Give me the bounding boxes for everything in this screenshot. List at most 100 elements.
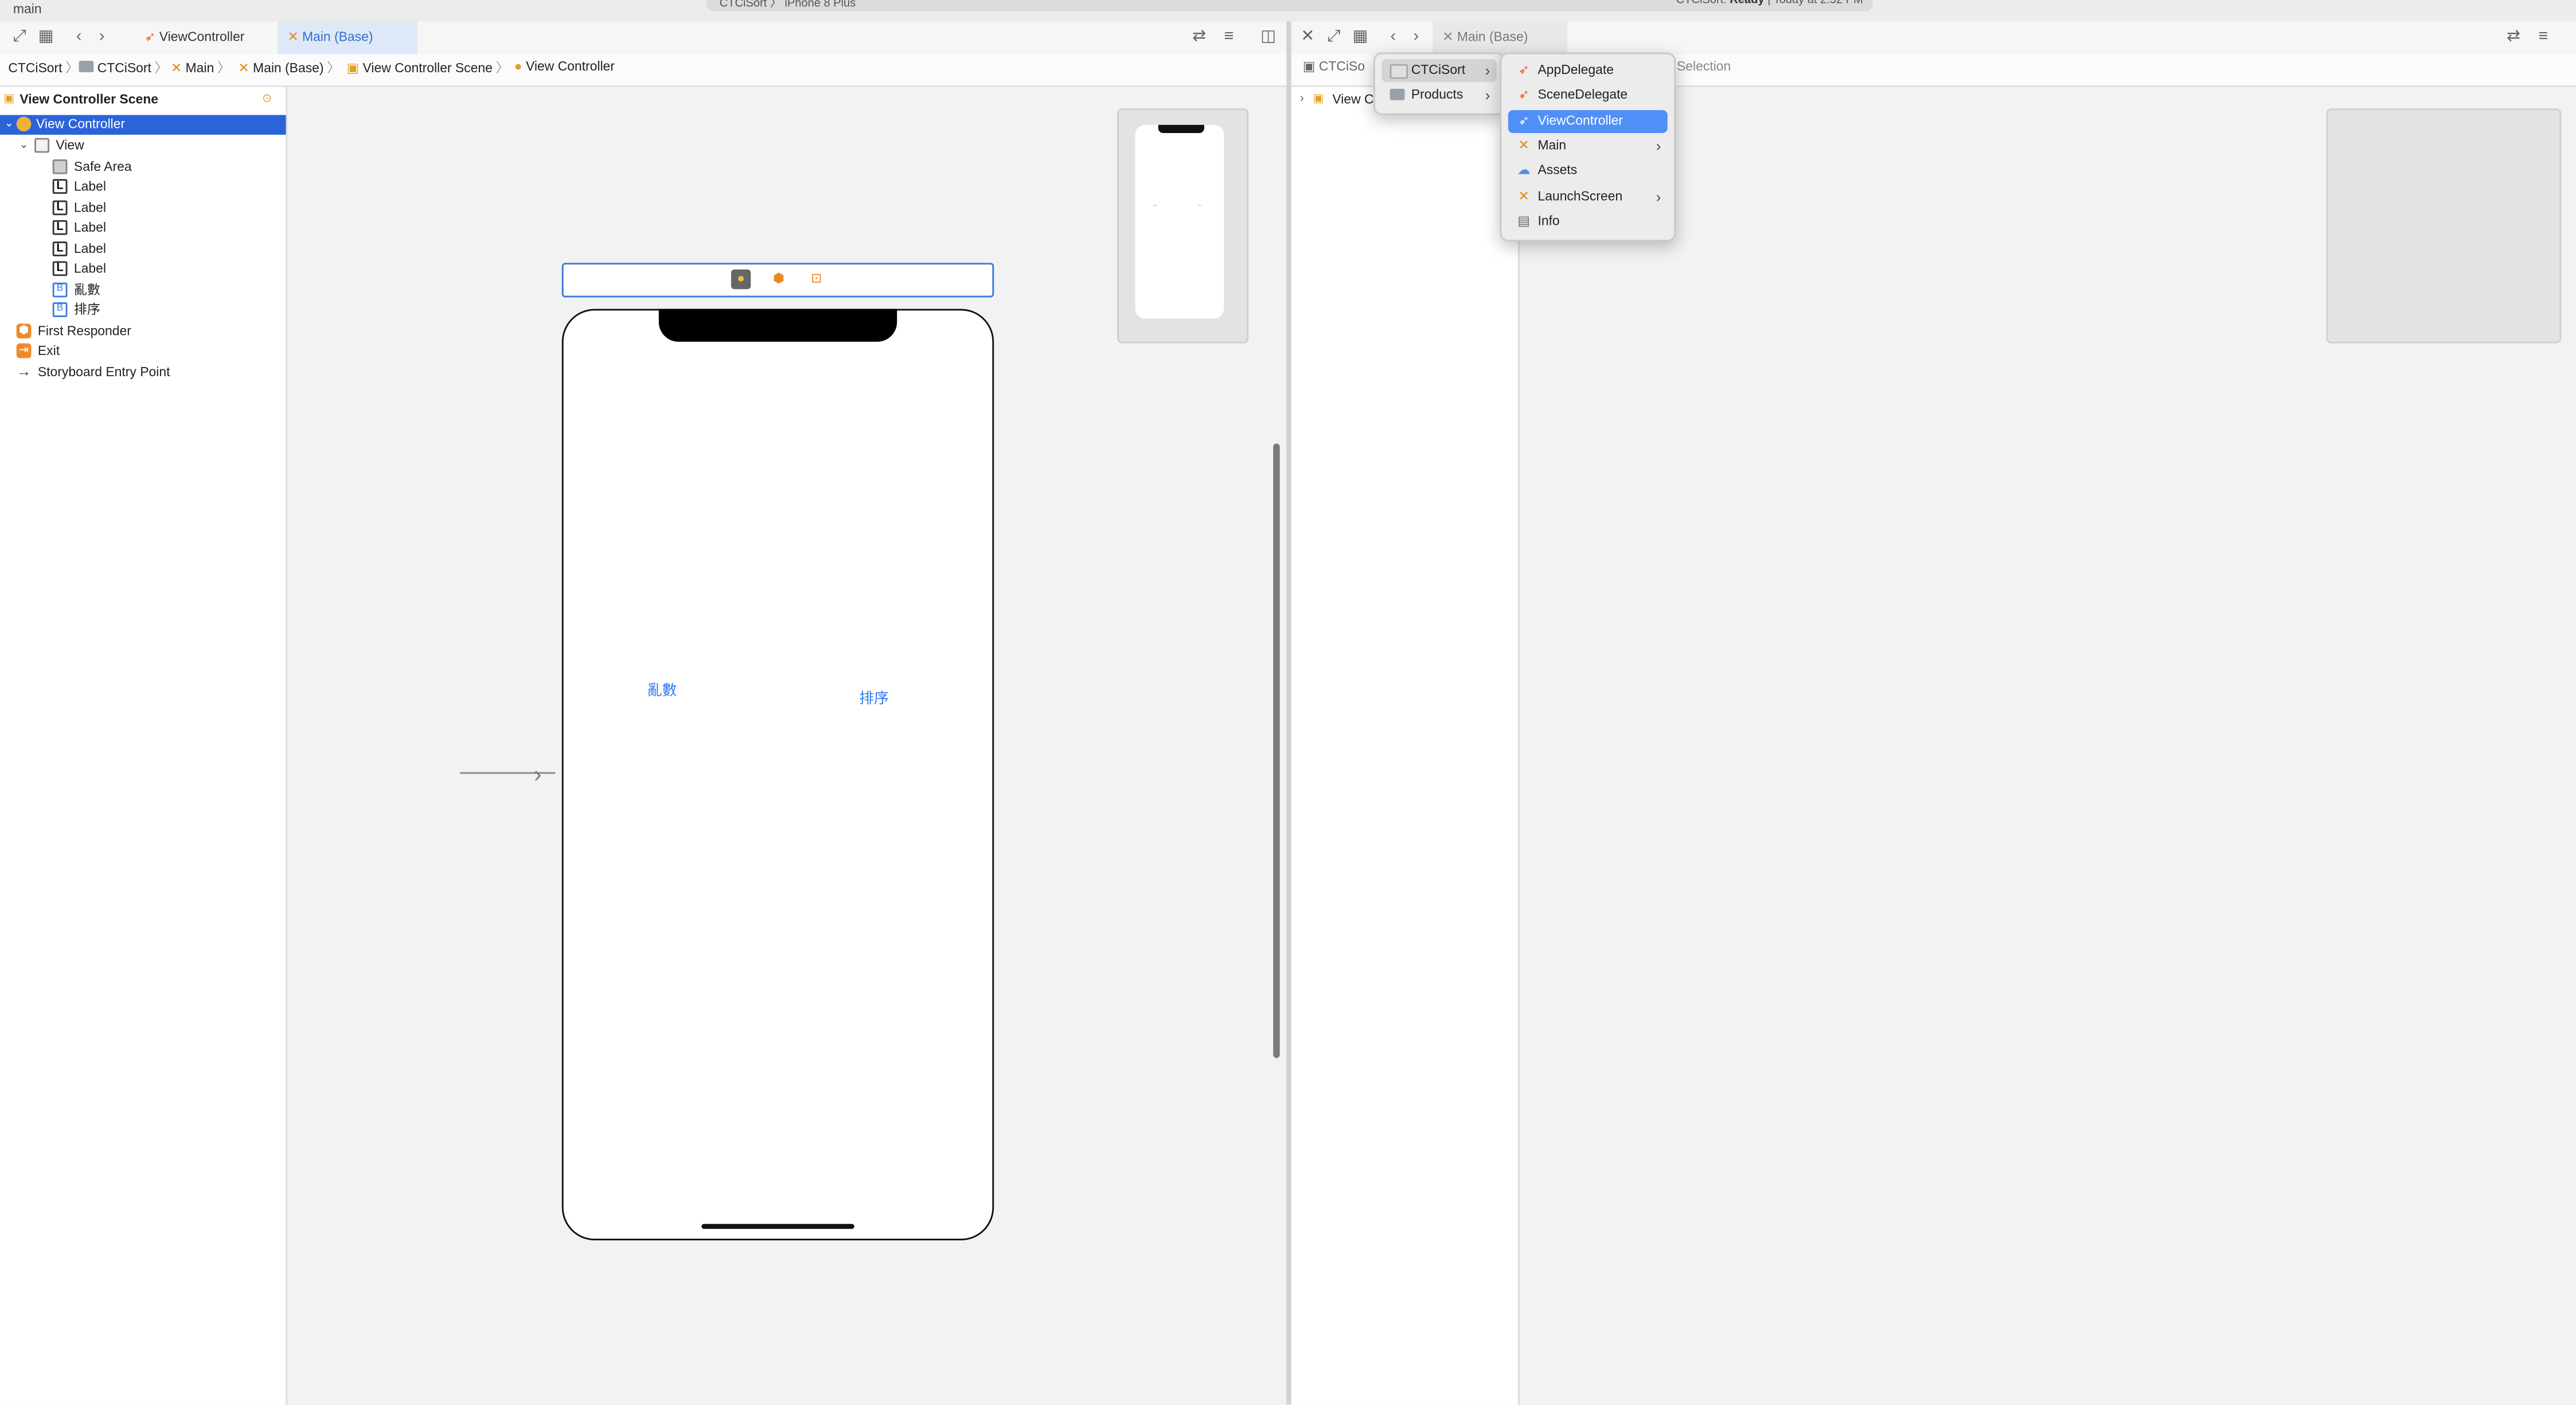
close-icon[interactable]: ✕ [1298,28,1317,48]
canvas-vertical-scrollbar[interactable] [1273,443,1280,1058]
menu-item-assets[interactable]: ☁ Assets [1508,159,1668,182]
menu-item-label: Main [1537,138,1567,153]
tab-label: Main (Base) [302,29,373,45]
storyboard-icon: ✕ [1518,189,1529,204]
menu-item-appdelegate[interactable]: ➶ AppDelegate [1508,59,1668,82]
expand-icon[interactable]: ⤢ [1324,28,1344,48]
back-chevron-icon[interactable]: ‹ [69,28,88,48]
lines-icon[interactable]: ≡ [2534,28,2553,48]
row-label: Storyboard Entry Point [37,364,170,380]
safe-area-icon [52,159,68,174]
sort-button[interactable]: 排序 [859,686,889,708]
outline-row-label[interactable]: L Label [0,218,286,238]
tab-main-base[interactable]: ✕ Main (Base) [278,21,417,54]
row-label: Label [73,241,107,256]
breadcrumb-folder[interactable]: CTCiSort 〉 [79,59,171,77]
breadcrumb-scene[interactable]: ▣ View Controller Scene 〉 [346,59,512,77]
disclosure-closed-icon[interactable]: › [1294,92,1309,107]
outline-row-safe-area[interactable]: Safe Area [0,158,286,177]
right-minimap[interactable] [2326,108,2562,344]
crumb-text: Main [185,60,214,76]
storyboard-icon: ✕ [1518,138,1529,153]
outline-row-first-responder[interactable]: ⬢ First Responder [0,322,286,342]
minimap-label: – [1197,200,1201,209]
outline-row-view-controller[interactable]: ⌄ View Controller [0,115,286,135]
right-tab-main-base[interactable]: ✕ Main (Base) [1433,21,1568,54]
label-icon: L [52,241,68,256]
outline-row-label[interactable]: L Label [0,260,286,279]
swift-file-icon: ➶ [1518,113,1529,128]
first-responder-dock-icon[interactable]: ⬢ [769,270,789,289]
disclosure-open-icon[interactable]: ⌄ [17,138,32,153]
iphone-frame[interactable] [561,309,994,1240]
exit-dock-icon[interactable]: ⊡ [807,270,826,289]
document-outline: ▣ View Controller Scene ⊙ ⌄ View Control… [0,87,288,1405]
folder-icon [79,60,94,73]
label-icon: L [52,179,68,194]
crumb-text: View Controller Scene [362,60,493,76]
grid-icon[interactable]: ▦ [36,28,56,48]
editor-split-divider[interactable] [1286,21,1291,1405]
lines-icon[interactable]: ≡ [1219,28,1239,48]
scene-dock[interactable]: ● ⬢ ⊡ [561,263,994,298]
view-controller-dock-icon[interactable]: ● [731,269,751,290]
activity-view[interactable]: CTCiSort 〉 iPhone 8 Plus CTCiSort: Ready… [706,0,1873,12]
build-status: CTCiSort: Ready | Today at 2:52 PM [1676,0,1863,6]
breadcrumb-view-controller[interactable]: ● View Controller [514,59,615,74]
breadcrumb-project[interactable]: CTCiSort 〉 [8,59,82,77]
crumb-text: CTCiSort [97,60,151,76]
back-chevron-icon[interactable]: ‹ [1383,28,1403,48]
outline-row-button-sort[interactable]: B 排序 [0,300,286,320]
breadcrumb-main[interactable]: ✕ Main 〉 [171,59,234,77]
outline-scene-header[interactable]: ▣ View Controller Scene ⊙ [0,91,286,110]
forward-chevron-icon[interactable]: › [1406,28,1426,48]
expand-icon[interactable]: ⤢ [10,28,29,48]
outline-row-label[interactable]: L Label [0,199,286,218]
outline-row-exit[interactable]: ⇥ Exit [0,342,286,361]
chevron-right-icon: › [1656,189,1661,206]
outline-row-button-random[interactable]: B 亂數 [0,281,286,300]
outline-row-label[interactable]: L Label [0,240,286,259]
menu-item-viewcontroller[interactable]: ➶ ViewController [1508,110,1668,134]
outline-row-label[interactable]: L Label [0,177,286,197]
breadcrumb-main-base[interactable]: ✕ Main (Base) 〉 [238,59,344,77]
scheme-destination[interactable]: CTCiSort 〉 iPhone 8 Plus [720,0,856,11]
menu-item-ctcisort[interactable]: CTCiSort › [1381,59,1497,83]
scene-icon: ▣ [3,93,15,106]
random-button[interactable]: 亂數 [647,678,677,700]
swift-file-icon: ➶ [1518,62,1529,77]
jump-menu-level1: CTCiSort › Products › [1373,52,1505,115]
phone-notch [658,309,897,342]
outline-row-entry-point[interactable]: → Storyboard Entry Point [0,363,286,383]
swift-file-icon: ➶ [1518,87,1529,102]
forward-chevron-icon[interactable]: › [92,28,111,48]
plist-table-icon: ▤ [1517,213,1530,229]
minimap-phone [1135,124,1224,319]
row-label: Safe Area [73,159,132,174]
row-label: Label [73,220,107,235]
menu-item-products[interactable]: Products › [1381,84,1497,107]
status-app: CTCiSort: [1676,0,1727,7]
chevron-right-icon: › [1656,138,1661,155]
left-tab-bar: ⤢ ▦ ‹ › ➶ ViewController ✕ Main (Base) ⇄… [0,21,1287,56]
menu-item-launchscreen[interactable]: ✕ LaunchScreen › [1508,186,1668,209]
menu-item-main[interactable]: ✕ Main › [1508,135,1668,158]
refresh-icon[interactable]: ⇄ [1189,28,1209,48]
menu-item-info[interactable]: ▤ Info [1508,210,1668,233]
menu-item-label: SceneDelegate [1537,87,1628,102]
menu-item-scenedelegate[interactable]: ➶ SceneDelegate [1508,84,1668,107]
split-editor-icon[interactable]: ◫ [1258,28,1278,48]
label-icon: L [52,200,68,216]
status-time: | Today at 2:52 PM [1764,0,1863,7]
grid-icon[interactable]: ▦ [1351,28,1370,48]
tab-viewcontroller[interactable]: ➶ ViewController [135,21,286,54]
disclosure-open-icon[interactable]: ⌄ [2,116,17,131]
breadcrumb: CTCiSort 〉 CTCiSort 〉 ✕ Main 〉 ✕ Main (Base… [0,54,1287,87]
row-label: 排序 [73,302,100,317]
tab-label: Main (Base) [1457,29,1528,45]
label-icon: L [52,261,68,276]
refresh-icon[interactable]: ⇄ [2504,28,2523,48]
outline-row-view[interactable]: ⌄ View [0,136,286,156]
row-label: View C [1332,92,1374,107]
right-breadcrumb-root[interactable]: ▣ CTCiSo [1303,59,1365,74]
